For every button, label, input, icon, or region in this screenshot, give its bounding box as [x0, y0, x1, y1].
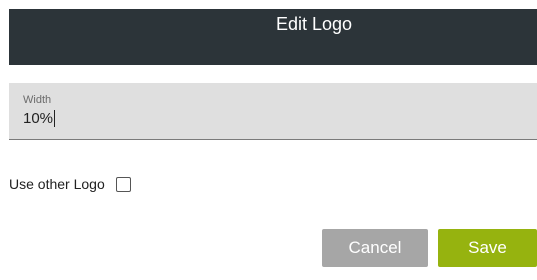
dialog-header: Edit Logo: [9, 9, 537, 65]
edit-logo-dialog: Edit Logo Width 10% Use other Logo Cance…: [0, 0, 537, 280]
width-input[interactable]: 10%: [23, 110, 56, 127]
use-other-logo-label: Use other Logo: [9, 176, 105, 192]
width-field[interactable]: Width 10%: [9, 83, 537, 140]
use-other-logo-row: Use other Logo: [9, 176, 131, 192]
save-button[interactable]: Save: [438, 229, 537, 267]
width-field-label: Width: [23, 94, 52, 106]
dialog-title: Edit Logo: [275, 13, 353, 34]
cancel-button[interactable]: Cancel: [322, 229, 428, 267]
text-caret: [54, 110, 56, 127]
use-other-logo-checkbox[interactable]: [115, 176, 131, 192]
width-input-value: 10%: [23, 110, 54, 127]
